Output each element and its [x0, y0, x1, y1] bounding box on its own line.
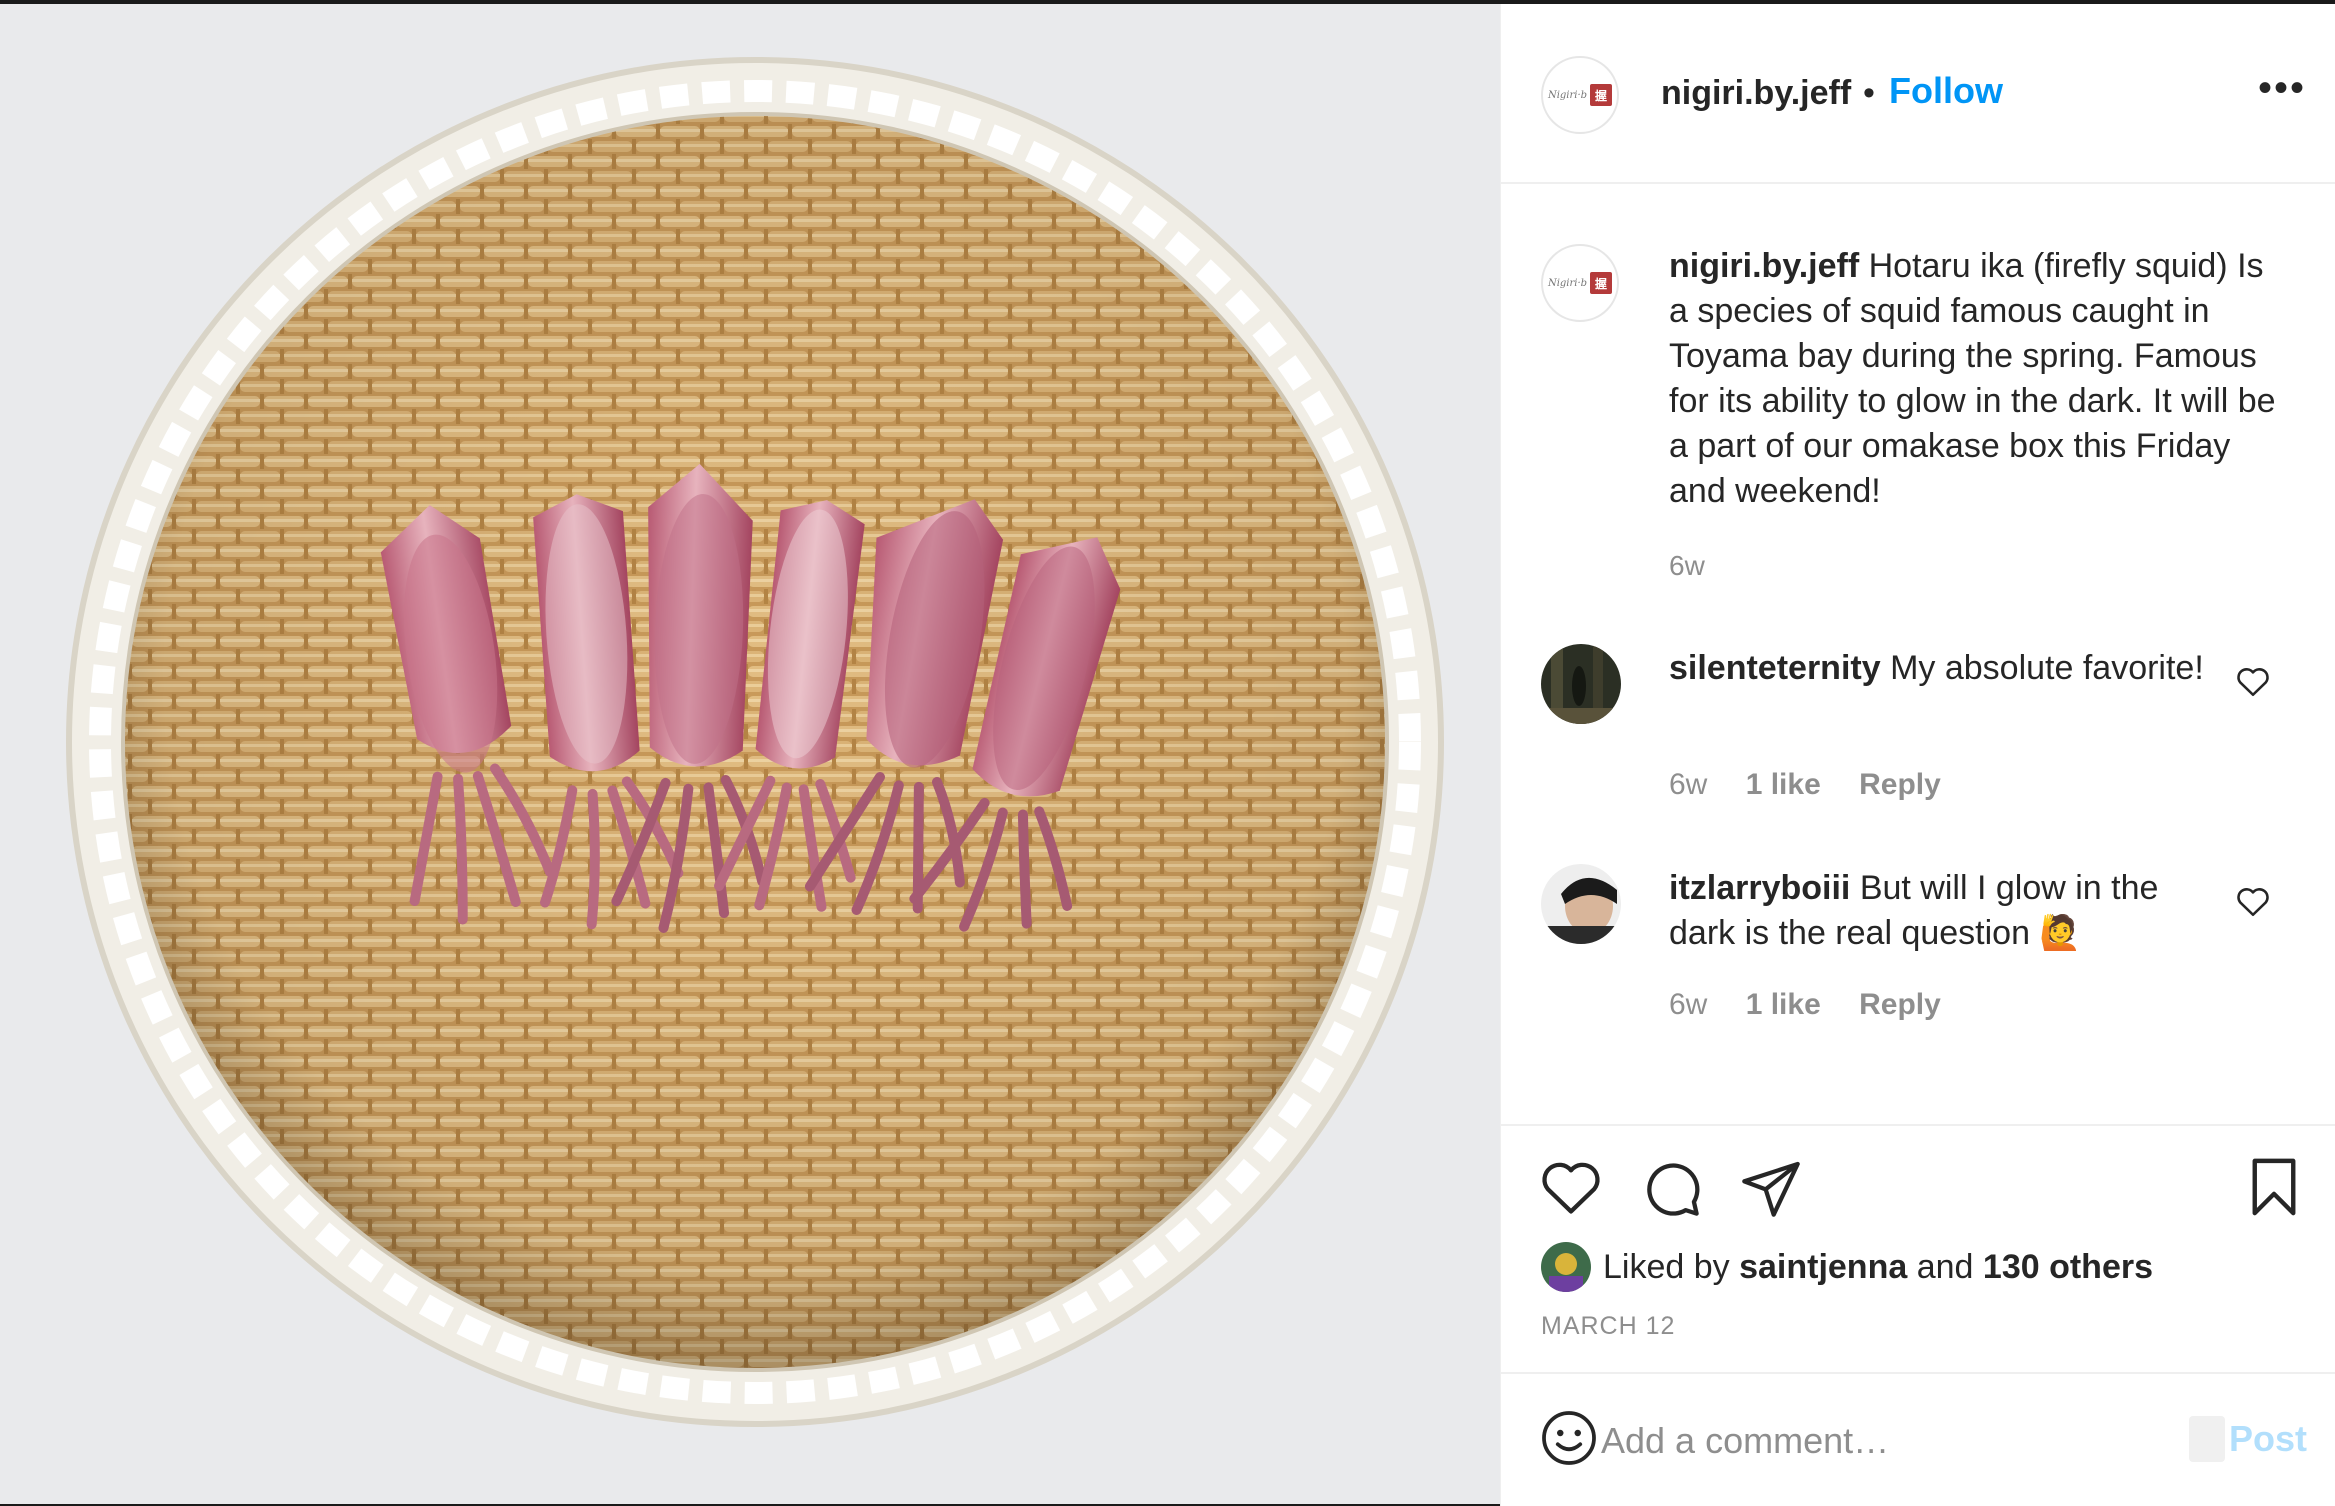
comment-item: itzlarryboiii But will I glow in the dar… [1501, 864, 2335, 1064]
liked-by-user[interactable]: saintjenna [1739, 1248, 1907, 1286]
brand-logo-mark: 握 [1590, 84, 1613, 106]
comment-heart-icon[interactable] [2235, 884, 2271, 920]
squid-on-basket-image [0, 4, 1500, 1504]
liked-by-and: and [1916, 1248, 1974, 1286]
post-actions: Liked by saintjenna and 130 others MARCH… [1501, 1124, 2335, 1374]
commenter-avatar[interactable] [1541, 864, 1621, 944]
add-comment-bar: Post [1501, 1372, 2335, 1506]
comment-text: itzlarryboiii But will I glow in the dar… [1669, 866, 2229, 956]
post-header: Nigiri·b 握 nigiri.by.jeff • Follow ••• [1501, 4, 2335, 184]
bookmark-icon[interactable] [2241, 1154, 2307, 1220]
separator-dot: • [1863, 74, 1875, 112]
comment-meta: 6w 1 like Reply [1669, 988, 1971, 1022]
liked-by-text: Liked by saintjenna and 130 others [1603, 1248, 2153, 1287]
smiley-icon[interactable] [1539, 1408, 1599, 1468]
liker-avatar[interactable] [1541, 1242, 1591, 1292]
comment-icon[interactable] [1639, 1156, 1703, 1220]
comment-username[interactable]: silenteternity [1669, 649, 1881, 687]
follow-button[interactable]: Follow [1889, 70, 2003, 112]
reply-button[interactable]: Reply [1859, 988, 1941, 1021]
comment-body: My absolute favorite! [1890, 649, 2204, 687]
post-button[interactable]: Post [2229, 1418, 2307, 1460]
comment-input[interactable] [1601, 1410, 2143, 1472]
caption-body: Hotaru ika (firefly squid) Is a species … [1669, 247, 2276, 510]
comment-likes[interactable]: 1 like [1746, 768, 1821, 801]
comment-meta: 6w 1 like Reply [1669, 768, 1971, 802]
post-photo[interactable] [0, 4, 1500, 1504]
more-options-icon[interactable]: ••• [2258, 68, 2308, 108]
paper-plane-icon[interactable] [1739, 1156, 1803, 1220]
caption-text-block: nigiri.by.jeff Hotaru ika (firefly squid… [1669, 244, 2289, 514]
liked-by-others[interactable]: 130 others [1983, 1248, 2153, 1286]
heart-icon[interactable] [1539, 1156, 1603, 1220]
author-username[interactable]: nigiri.by.jeff [1661, 74, 1851, 113]
comment-text: silenteternity My absolute favorite! [1669, 646, 2229, 691]
comment-likes[interactable]: 1 like [1746, 988, 1821, 1021]
comment-item: silenteternity My absolute favorite! 6w … [1501, 644, 2335, 844]
author-avatar[interactable]: Nigiri·b 握 [1541, 56, 1619, 134]
liked-by-prefix: Liked by [1603, 1248, 1730, 1286]
brand-logo-script: Nigiri·b [1547, 277, 1588, 289]
brand-logo-script: Nigiri·b [1547, 89, 1588, 101]
commenter-avatar[interactable] [1541, 644, 1621, 724]
comment-username[interactable]: itzlarryboiii [1669, 869, 1850, 907]
reply-button[interactable]: Reply [1859, 768, 1941, 801]
resize-handle[interactable] [2189, 1416, 2225, 1462]
comment-timestamp[interactable]: 6w [1669, 768, 1707, 801]
caption-username[interactable]: nigiri.by.jeff [1669, 247, 1859, 285]
post-date[interactable]: MARCH 12 [1541, 1312, 1675, 1341]
comment-timestamp[interactable]: 6w [1669, 988, 1707, 1021]
comment-heart-icon[interactable] [2235, 664, 2271, 700]
brand-logo-mark: 握 [1590, 272, 1613, 294]
post-detail-panel: Nigiri·b 握 nigiri.by.jeff • Follow ••• N… [1500, 4, 2335, 1506]
caption-author-avatar[interactable]: Nigiri·b 握 [1541, 244, 1619, 322]
caption-timestamp[interactable]: 6w [1669, 550, 1705, 582]
